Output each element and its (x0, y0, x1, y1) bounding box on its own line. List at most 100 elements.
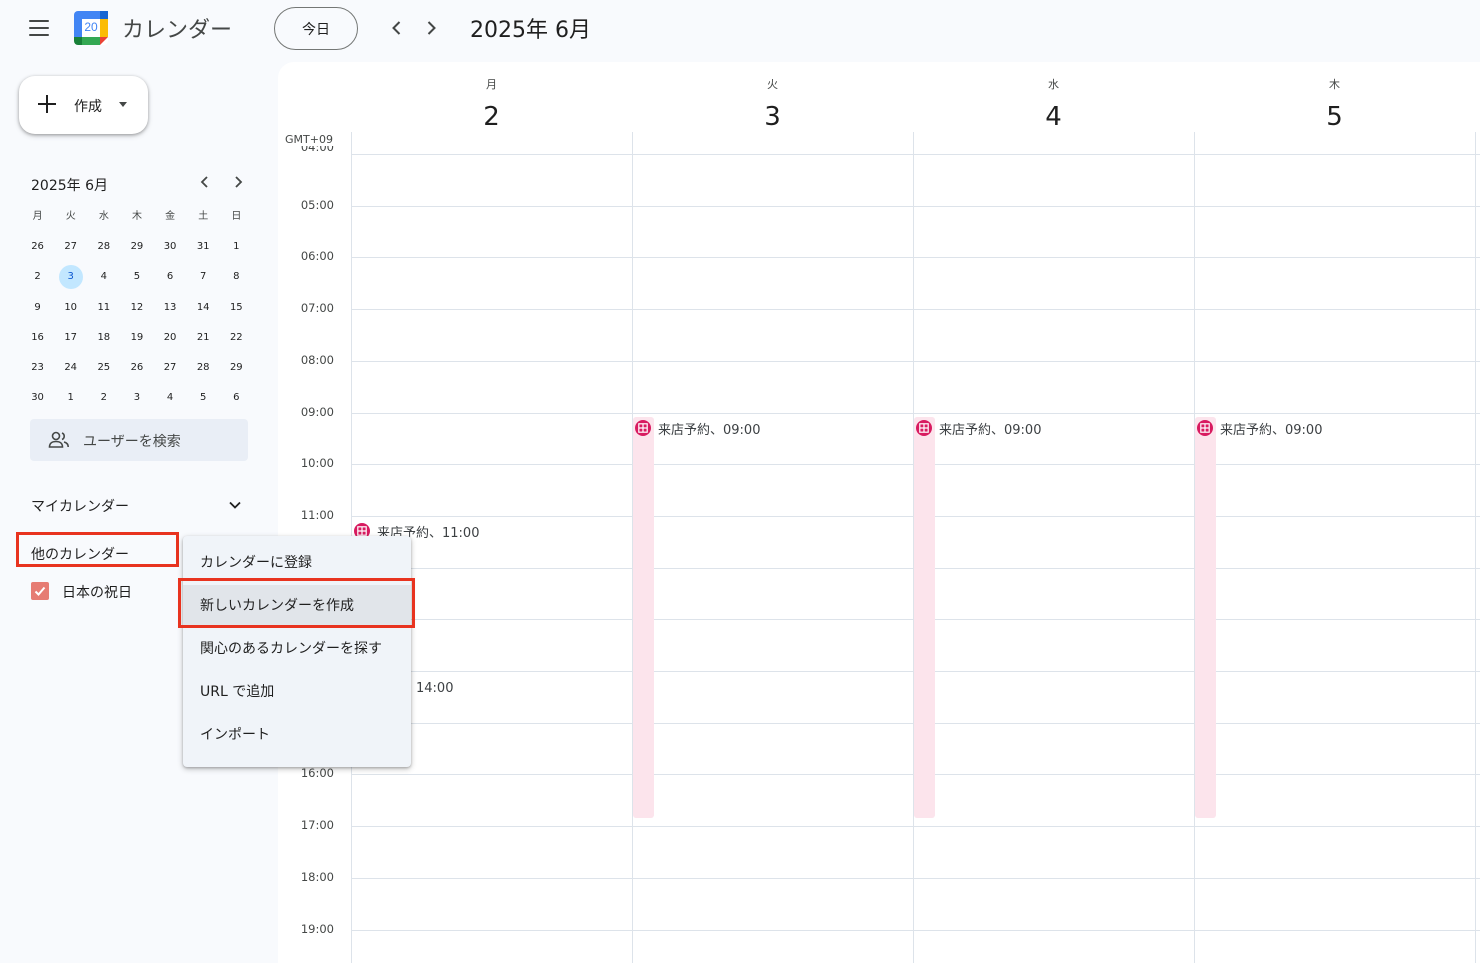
mini-day[interactable]: 5 (120, 265, 153, 289)
chevron-down-icon[interactable] (228, 497, 242, 511)
mini-day[interactable]: 9 (21, 296, 54, 320)
holiday-calendar-checkbox[interactable] (31, 582, 49, 600)
mini-day-number: 27 (163, 362, 177, 374)
mini-day[interactable]: 25 (87, 356, 120, 380)
time-label: 16:00 (300, 766, 334, 781)
mini-day-number: 1 (233, 241, 240, 253)
day-header[interactable]: 水4 (913, 62, 1194, 132)
mini-day[interactable]: 5 (187, 386, 220, 410)
mini-day[interactable]: 3 (120, 386, 153, 410)
day-number[interactable]: 4 (913, 102, 1194, 132)
mini-day[interactable]: 26 (21, 235, 54, 259)
day-number[interactable]: 3 (632, 102, 913, 132)
day-number[interactable]: 2 (351, 102, 632, 132)
day-header[interactable]: 火3 (632, 62, 913, 132)
time-label: 17:00 (300, 818, 334, 833)
menu-add-by-url[interactable]: URL で追加 (183, 671, 411, 714)
day-of-week: 水 (1048, 78, 1059, 91)
mini-day[interactable]: 19 (120, 326, 153, 350)
mini-day[interactable]: 1 (54, 386, 87, 410)
mini-day[interactable]: 23 (21, 356, 54, 380)
main-menu-icon[interactable] (29, 20, 49, 36)
timezone-label: GMT+09 (285, 133, 333, 146)
logo-number: 20 (84, 20, 98, 34)
mini-day[interactable]: 6 (220, 386, 253, 410)
mini-day[interactable]: 30 (154, 235, 187, 259)
chevron-right-icon[interactable] (419, 16, 443, 40)
mini-day[interactable]: 28 (187, 356, 220, 380)
other-calendars-header[interactable]: 他のカレンダー (31, 544, 129, 564)
mini-day[interactable]: 28 (87, 235, 120, 259)
mini-day[interactable]: 22 (220, 326, 253, 350)
day-number[interactable]: 5 (1194, 102, 1475, 132)
time-label: 06:00 (300, 249, 334, 264)
today-button[interactable]: 今日 (274, 7, 358, 50)
mini-prev-month-icon[interactable] (197, 174, 213, 194)
mini-day[interactable]: 12 (120, 296, 153, 320)
menu-import[interactable]: インポート (183, 714, 411, 757)
mini-day-number: 26 (130, 362, 144, 374)
chevron-left-icon[interactable] (385, 16, 409, 40)
mini-day[interactable]: 10 (54, 296, 87, 320)
mini-day[interactable]: 30 (21, 386, 54, 410)
mini-week-row: 2 3 4 5 6 7 8 (21, 262, 253, 292)
mini-day[interactable]: 16 (21, 326, 54, 350)
mini-day[interactable]: 2 (87, 386, 120, 410)
mini-day-number: 12 (130, 301, 144, 313)
mini-day[interactable]: 14 (187, 296, 220, 320)
mini-day-number: 10 (64, 301, 78, 313)
hour-gridline (351, 309, 1480, 311)
mini-day[interactable]: 7 (187, 265, 220, 289)
mini-day[interactable]: 11 (87, 296, 120, 320)
mini-day-number: 5 (133, 271, 141, 283)
event-title: 来店予約、09:00 (658, 422, 761, 438)
mini-day[interactable]: 29 (220, 356, 253, 380)
mini-day[interactable]: 15 (220, 296, 253, 320)
mini-day[interactable]: 21 (187, 326, 220, 350)
day-of-week: 火 (767, 78, 778, 91)
my-calendars-header[interactable]: マイカレンダー (31, 496, 129, 516)
mini-week-row: 23 24 25 26 27 28 29 (21, 353, 253, 383)
mini-day-number: 29 (130, 241, 144, 253)
mini-day[interactable]: 1 (220, 235, 253, 259)
mini-day[interactable]: 20 (154, 326, 187, 350)
day-header[interactable]: 月2 (351, 62, 632, 132)
mini-day[interactable]: 29 (120, 235, 153, 259)
mini-day-number: 18 (97, 331, 111, 343)
event-title: 来店予約、09:00 (1220, 422, 1323, 438)
mini-day[interactable]: 17 (54, 326, 87, 350)
mini-day-number: 30 (31, 392, 44, 404)
mini-day-number: 31 (196, 241, 210, 253)
mini-day[interactable]: 13 (154, 296, 187, 320)
mini-day-number: 27 (64, 241, 78, 253)
mini-day[interactable]: 8 (220, 265, 253, 289)
mini-day-number: 28 (97, 241, 111, 253)
calendar-logo-icon[interactable]: 20 (73, 10, 109, 46)
mini-day[interactable]: 6 (154, 265, 187, 289)
mini-day-number: 3 (133, 392, 141, 404)
menu-browse-calendars[interactable]: 関心のあるカレンダーを探す (183, 628, 411, 671)
mini-day-today[interactable]: 3 (54, 265, 87, 290)
mini-day[interactable]: 4 (87, 265, 120, 289)
time-label: 11:00 (300, 507, 334, 522)
mini-day[interactable]: 24 (54, 356, 87, 380)
mini-day-number: 26 (31, 241, 44, 253)
mini-week-row: 9 10 11 12 13 14 15 (21, 293, 253, 323)
mini-day[interactable]: 26 (120, 356, 153, 380)
mini-day-number: 17 (64, 331, 78, 343)
create-button[interactable]: 作成 (19, 76, 148, 134)
mini-day[interactable]: 31 (187, 235, 220, 259)
mini-day[interactable]: 2 (21, 265, 54, 289)
mini-day[interactable]: 27 (54, 235, 87, 259)
people-icon (48, 431, 70, 449)
time-label: 07:00 (300, 301, 334, 316)
mini-day-number: 6 (166, 271, 174, 283)
mini-next-month-icon[interactable] (230, 174, 246, 194)
time-label: 05:00 (300, 197, 334, 212)
search-users-button[interactable]: ユーザーを検索 (30, 419, 248, 461)
mini-day-number: 8 (233, 271, 240, 283)
mini-day[interactable]: 18 (87, 326, 120, 350)
mini-day[interactable]: 27 (154, 356, 187, 380)
day-header[interactable]: 木5 (1194, 62, 1475, 132)
mini-day[interactable]: 4 (154, 386, 187, 410)
